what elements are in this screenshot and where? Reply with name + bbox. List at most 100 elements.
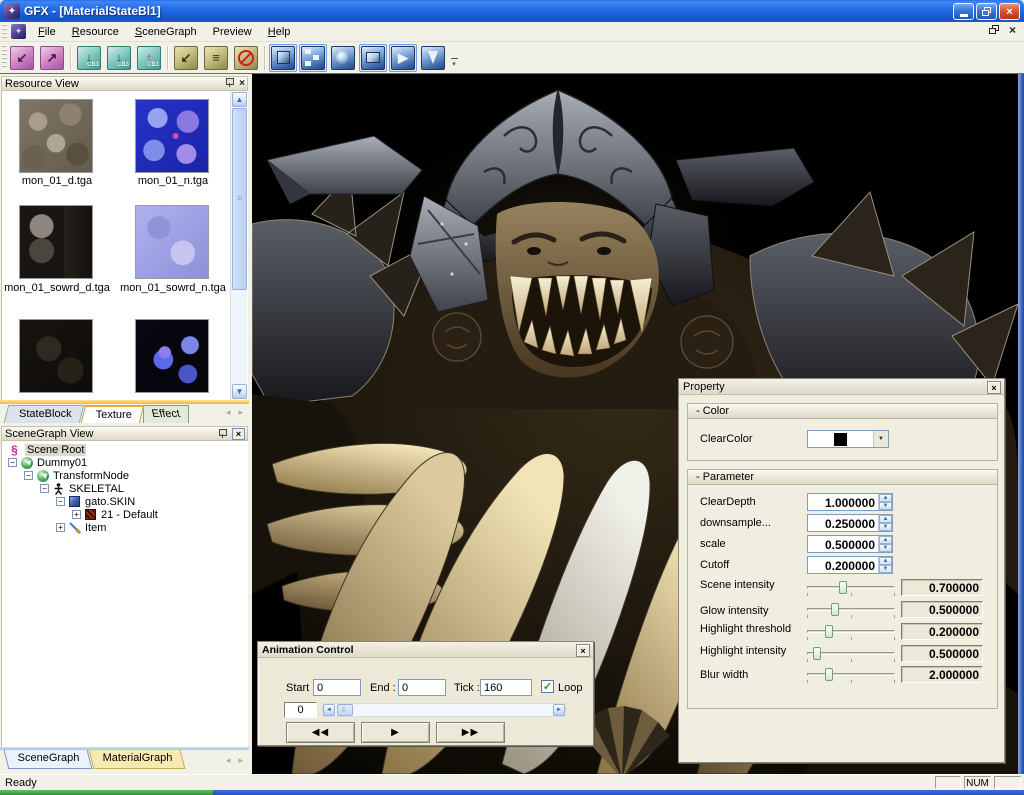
clearcolor-combo[interactable]: ▼ [807,430,889,448]
toolbar-gripper[interactable] [2,45,7,70]
disable-preview-button[interactable] [232,44,260,72]
scene-tool-button[interactable]: ≡ [202,44,230,72]
mdi-restore-button[interactable] [989,25,999,35]
mdi-close-button[interactable]: × [1009,25,1016,35]
spin-down-icon[interactable]: ▼ [879,502,892,510]
property-close-button[interactable]: × [987,381,1001,394]
spin-up-icon[interactable]: ▲ [879,515,892,523]
tree-node-dummy01[interactable]: − Dummy01 [2,456,248,469]
close-button[interactable]: × [999,3,1020,20]
resource-tool-button[interactable]: ↙ [172,44,200,72]
pin-icon[interactable] [218,429,227,439]
title-bar[interactable]: ✦ GFX - [MaterialStateBl1] × [0,0,1024,22]
cleardepth-spinner[interactable]: 1.000000 ▲▼ [807,493,893,511]
slider-thumb[interactable] [813,647,821,660]
spin-down-icon[interactable]: ▼ [879,523,892,531]
scrollbar-thumb[interactable] [232,108,247,290]
open-material-button[interactable]: ↙ [8,44,36,72]
slider-thumb[interactable] [839,581,847,594]
scroll-up-button[interactable]: ▲ [232,92,247,107]
tree-node-transformnode[interactable]: − TransformNode [2,469,248,482]
animation-close-button[interactable]: × [576,644,590,657]
scrollbar-thumb[interactable] [337,704,353,716]
rewind-button[interactable]: ◀◀ [286,722,355,743]
tab-scroll-left-icon[interactable]: ◂ [226,407,231,418]
tree-node-scene-root[interactable]: § Scene Root [2,443,248,456]
collapse-icon[interactable]: − [8,458,17,467]
scroll-left-button[interactable]: ◄ [323,704,335,716]
tree-node-skeletal[interactable]: − SKELETAL [2,482,248,495]
texture-thumbnail-mon-01-n[interactable] [135,99,209,173]
scenegraph-view-header[interactable]: SceneGraph View × [1,426,248,441]
tick-input[interactable] [480,679,532,696]
spin-up-icon[interactable]: ▲ [879,557,892,565]
tree-node-gato-skin[interactable]: − gato.SKIN [2,495,248,508]
show-plane-toggle[interactable] [359,44,387,72]
color-group-header[interactable]: - Color [688,404,997,419]
show-box-toggle[interactable] [269,44,297,72]
resource-view-header[interactable]: Resource View × [1,76,248,91]
scenegraph-view-close-button[interactable]: × [232,428,245,440]
glow-intensity-slider[interactable] [807,602,895,618]
parameter-group-header[interactable]: - Parameter [688,470,997,485]
scene-intensity-slider[interactable] [807,580,895,596]
highlight-intensity-slider[interactable] [807,646,895,662]
minimize-button[interactable] [953,3,974,20]
texture-thumbnail[interactable] [135,319,209,393]
property-panel-titlebar[interactable]: Property × [679,379,1004,395]
texture-thumbnail-mon-01-d[interactable] [19,99,93,173]
collapse-icon[interactable]: − [56,497,65,506]
combo-dropdown-icon[interactable]: ▼ [873,431,888,447]
highlight-threshold-slider[interactable] [807,624,895,640]
mdi-child-icon[interactable]: ✦ [11,24,26,39]
resource-view-close-icon[interactable]: × [239,79,245,88]
play-preview-toggle[interactable]: ▶ [389,44,417,72]
collapse-icon[interactable]: − [24,471,33,480]
start-input[interactable] [313,679,361,696]
resource-scrollbar[interactable]: ▲ ▼ [230,91,247,400]
restore-button[interactable] [976,3,997,20]
menu-scenegraph[interactable]: SceneGraph [127,24,205,40]
menubar-gripper[interactable] [2,24,7,39]
pin-icon[interactable] [225,78,234,88]
scroll-right-button[interactable]: ► [553,704,565,716]
collapse-icon[interactable]: − [40,484,49,493]
downsample-spinner[interactable]: 0.250000 ▲▼ [807,514,893,532]
menu-resource[interactable]: Resource [64,24,127,40]
toolbar-overflow-button[interactable]: ▾ [448,44,460,71]
slider-thumb[interactable] [825,668,833,681]
tab-stateblock[interactable]: StateBlock [4,405,84,423]
scroll-down-button[interactable]: ▼ [232,384,247,399]
show-hierarchy-toggle[interactable] [299,44,327,72]
tab-scroll-right-icon[interactable]: ▸ [238,755,243,766]
loop-checkbox[interactable]: ✓ [541,680,554,693]
show-sphere-toggle[interactable] [329,44,357,72]
tree-node-item[interactable]: + Item [2,521,248,534]
texture-thumbnail-sowrd-n[interactable] [135,205,209,279]
save-material-button[interactable]: ↗ [38,44,66,72]
tree-node-21-default[interactable]: + 21 - Default [2,508,248,521]
texture-thumbnail-sowrd-d[interactable] [19,205,93,279]
blur-width-slider[interactable] [807,667,895,683]
spin-up-icon[interactable]: ▲ [879,536,892,544]
menu-preview[interactable]: Preview [205,24,260,40]
cb3-upload-button[interactable]: ↑CB3 [135,44,163,72]
tab-scroll-right-icon[interactable]: ▸ [238,407,243,418]
slider-thumb[interactable] [825,625,833,638]
slider-thumb[interactable] [831,603,839,616]
tab-scenegraph[interactable]: SceneGraph [4,750,93,769]
spin-down-icon[interactable]: ▼ [879,544,892,552]
tab-materialgraph[interactable]: MaterialGraph [88,750,184,769]
pen-tool-toggle[interactable] [419,44,447,72]
texture-thumbnail[interactable] [19,319,93,393]
fast-forward-button[interactable]: ▶▶ [436,722,505,743]
cb3-export-button[interactable]: ↓CB3 [105,44,133,72]
expand-icon[interactable]: + [72,510,81,519]
expand-icon[interactable]: + [56,523,65,532]
tab-scroll-left-icon[interactable]: ◂ [226,755,231,766]
cb3-import-button[interactable]: ↓CB3 [75,44,103,72]
spin-up-icon[interactable]: ▲ [879,494,892,502]
tab-effect[interactable]: Effect [143,405,189,423]
end-input[interactable] [398,679,446,696]
spin-down-icon[interactable]: ▼ [879,565,892,573]
